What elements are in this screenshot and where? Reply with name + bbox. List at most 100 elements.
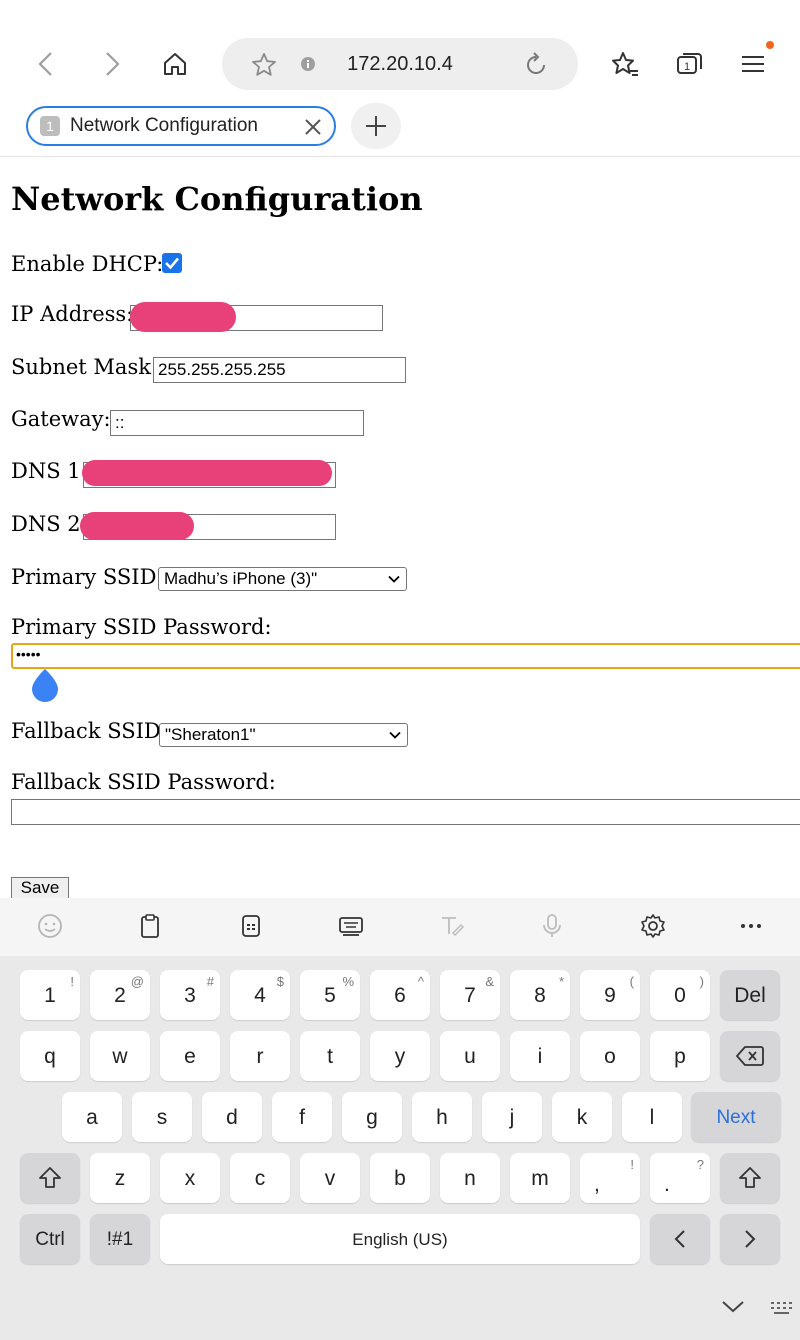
key-ctrl[interactable]: Ctrl (20, 1214, 80, 1264)
clipboard-button[interactable] (130, 908, 170, 944)
forward-button[interactable] (90, 42, 134, 86)
key-3[interactable]: 3 # (160, 970, 220, 1020)
key-f-label: f (299, 1106, 305, 1129)
key-k-label: k (576, 1106, 588, 1129)
key-y[interactable]: y (370, 1031, 430, 1081)
key-c[interactable]: c (230, 1153, 290, 1203)
key-m[interactable]: m (510, 1153, 570, 1203)
fallback-ssid-value: "Sheraton1" (165, 725, 256, 744)
key-next[interactable]: Next (691, 1092, 781, 1142)
key-8[interactable]: 8 * (510, 970, 570, 1020)
key-n-label: n (464, 1167, 476, 1190)
reload-icon[interactable] (522, 51, 550, 79)
key-6-label: 6 (394, 984, 406, 1007)
keyboard-mode-button[interactable] (331, 908, 371, 944)
key-7[interactable]: 7 & (440, 970, 500, 1020)
key-b[interactable]: b (370, 1153, 430, 1203)
key-i[interactable]: i (510, 1031, 570, 1081)
more-options-button[interactable] (731, 908, 771, 944)
chevron-left-icon (674, 1230, 685, 1248)
more-dots-icon (741, 924, 761, 928)
close-tab-icon[interactable] (303, 117, 323, 137)
key-t[interactable]: t (300, 1031, 360, 1081)
key-p[interactable]: p (650, 1031, 710, 1081)
hide-keyboard-icon[interactable] (720, 1298, 746, 1316)
key-o[interactable]: o (580, 1031, 640, 1081)
key-delete[interactable]: Del (720, 970, 780, 1020)
key-m-label: m (531, 1167, 549, 1190)
bookmarks-button[interactable] (603, 42, 647, 86)
key-shift-left[interactable] (20, 1153, 80, 1203)
keyboard-settings-button[interactable] (633, 908, 673, 944)
address-bar[interactable]: 172.20.10.4 (222, 38, 578, 90)
new-tab-button[interactable] (351, 103, 401, 149)
key-a[interactable]: a (62, 1092, 122, 1142)
key-h[interactable]: h (412, 1092, 472, 1142)
key-d[interactable]: d (202, 1092, 262, 1142)
key-space[interactable]: English (US) (160, 1214, 640, 1264)
save-button[interactable]: Save (11, 877, 69, 899)
key-l[interactable]: l (622, 1092, 682, 1142)
backspace-icon (736, 1046, 764, 1066)
key-r[interactable]: r (230, 1031, 290, 1081)
key-g[interactable]: g (342, 1092, 402, 1142)
key-x[interactable]: x (160, 1153, 220, 1203)
key-2[interactable]: 2 @ (90, 970, 150, 1020)
keyboard-icon (339, 917, 363, 936)
key-j[interactable]: j (482, 1092, 542, 1142)
key-w[interactable]: w (90, 1031, 150, 1081)
key-4[interactable]: 4 $ (230, 970, 290, 1020)
key-k[interactable]: k (552, 1092, 612, 1142)
keyboard-grid-icon[interactable] (770, 1300, 796, 1316)
key-u[interactable]: u (440, 1031, 500, 1081)
key-4-label: 4 (254, 984, 266, 1007)
primary-password-input[interactable]: ••••• (11, 643, 800, 669)
emoji-button[interactable] (30, 908, 70, 944)
key-symbols[interactable]: !#1 (90, 1214, 150, 1264)
primary-ssid-select[interactable]: Madhu’s iPhone (3)" (158, 567, 407, 591)
gear-icon (641, 914, 665, 938)
dhcp-checkbox[interactable] (162, 253, 182, 273)
gateway-input[interactable]: :: (110, 410, 364, 436)
subnet-mask-input[interactable]: 255.255.255.255 (153, 357, 406, 383)
key-2-label: 2 (114, 984, 126, 1007)
fallback-password-input[interactable] (11, 799, 800, 825)
key-5[interactable]: 5% (300, 970, 360, 1020)
key-6[interactable]: 6 ^ (370, 970, 430, 1020)
key-cursor-right[interactable] (720, 1214, 780, 1264)
key-1[interactable]: 1! (20, 970, 80, 1020)
redaction-mark (80, 512, 194, 540)
key-shift-right[interactable] (720, 1153, 780, 1203)
key-z[interactable]: z (90, 1153, 150, 1203)
text-cursor-handle-icon[interactable] (30, 667, 60, 703)
tab-network-configuration[interactable]: 1 Network Configuration (26, 106, 336, 146)
handwriting-button[interactable] (432, 908, 472, 944)
key-q[interactable]: q (20, 1031, 80, 1081)
key-q-label: q (44, 1045, 56, 1068)
key-s-label: s (156, 1106, 168, 1129)
key-0[interactable]: 0) (650, 970, 710, 1020)
key-comma[interactable]: ! , (580, 1153, 640, 1203)
key-3-label: 3 (184, 984, 196, 1007)
redaction-mark (82, 460, 332, 486)
voice-input-button[interactable] (532, 908, 572, 944)
key-7-alt-label: & (485, 974, 494, 989)
key-9[interactable]: 9( (580, 970, 640, 1020)
dns1-label: DNS 1: (11, 459, 88, 483)
key-s[interactable]: s (132, 1092, 192, 1142)
key-n[interactable]: n (440, 1153, 500, 1203)
home-button[interactable] (153, 42, 197, 86)
key-backspace[interactable] (720, 1031, 780, 1081)
key-v[interactable]: v (300, 1153, 360, 1203)
tabs-button[interactable]: 1 (667, 42, 711, 86)
key-e[interactable]: e (160, 1031, 220, 1081)
key-5-alt-label: % (342, 974, 354, 989)
dhcp-label: Enable DHCP: (11, 252, 164, 276)
key-period[interactable]: ? . (650, 1153, 710, 1203)
key-f[interactable]: f (272, 1092, 332, 1142)
back-button[interactable] (24, 42, 68, 86)
one-hand-mode-button[interactable] (231, 908, 271, 944)
key-v-label: v (324, 1167, 336, 1190)
fallback-ssid-select[interactable]: "Sheraton1" (159, 723, 408, 747)
key-cursor-left[interactable] (650, 1214, 710, 1264)
